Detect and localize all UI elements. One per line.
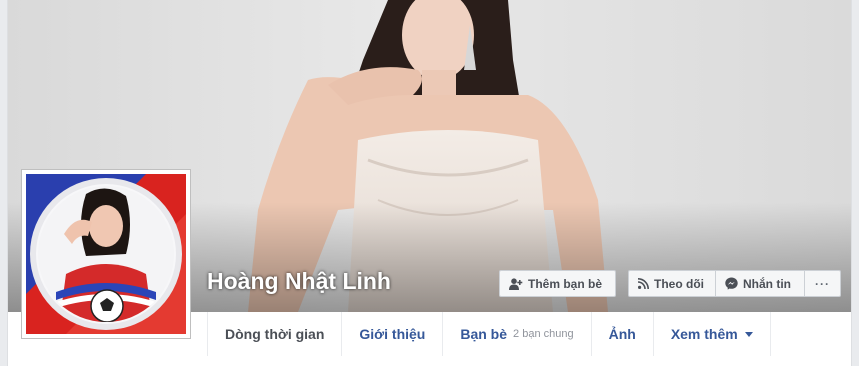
tab-friends[interactable]: Bạn bè 2 bạn chung <box>443 312 592 356</box>
mutual-friends-count: 2 bạn chung <box>513 328 574 340</box>
chevron-down-icon <box>744 331 753 337</box>
tab-about[interactable]: Giới thiệu <box>342 312 444 356</box>
profile-picture[interactable] <box>21 169 191 339</box>
add-friend-label: Thêm bạn bè <box>528 276 603 291</box>
avatar-image <box>26 174 186 334</box>
tab-timeline-label: Dòng thời gian <box>225 326 325 342</box>
avatar <box>26 174 186 334</box>
message-button[interactable]: Nhắn tin <box>715 270 805 297</box>
follow-label: Theo dõi <box>654 276 704 291</box>
add-friend-button[interactable]: Thêm bạn bè <box>499 270 616 297</box>
tab-about-label: Giới thiệu <box>359 326 426 342</box>
follow-button[interactable]: Theo dõi <box>628 270 716 297</box>
tab-more-label: Xem thêm <box>670 326 738 342</box>
tab-photos-label: Ảnh <box>608 326 636 342</box>
more-options-button[interactable]: ··· <box>804 270 841 297</box>
more-dots-icon: ··· <box>815 276 830 291</box>
rss-icon <box>638 278 649 289</box>
message-label: Nhắn tin <box>743 276 791 291</box>
profile-name[interactable]: Hoàng Nhật Linh <box>207 268 391 295</box>
messenger-icon <box>725 277 738 290</box>
add-friend-icon <box>509 277 523 290</box>
profile-tabs: Dòng thời gian Giới thiệu Bạn bè 2 bạn c… <box>207 312 771 356</box>
tab-timeline[interactable]: Dòng thời gian <box>207 312 343 356</box>
tab-photos[interactable]: Ảnh <box>592 312 654 356</box>
tab-friends-label: Bạn bè <box>460 326 508 342</box>
tab-more[interactable]: Xem thêm <box>654 312 771 356</box>
profile-header: Hoàng Nhật Linh Thêm bạn bè Theo dõi Nhắ… <box>0 0 859 366</box>
